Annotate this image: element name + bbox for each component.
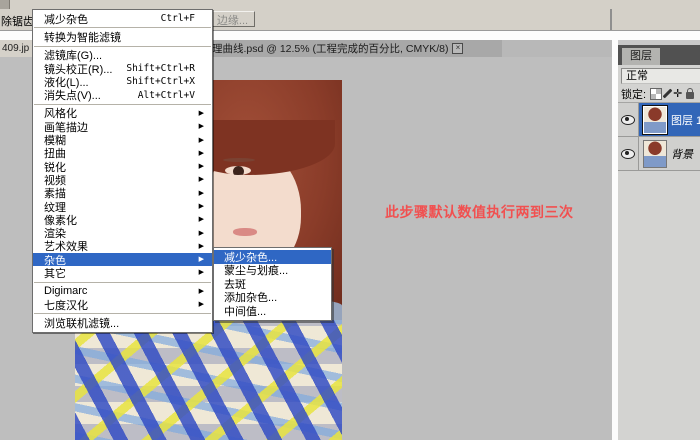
menu-item-label: 消失点(V)...: [44, 87, 101, 103]
menubar-item[interactable]: [64, 0, 82, 9]
menu-item-label: 其它: [44, 265, 66, 281]
menubar-item[interactable]: [82, 0, 100, 9]
menu-item-shortcut: Shift+Ctrl+R: [126, 63, 195, 74]
photo-pupil: [233, 166, 244, 175]
submenu-arrow-icon: ▶: [195, 134, 204, 147]
menu-item-label: 转换为智能滤镜: [44, 29, 121, 45]
lock-transparency-icon[interactable]: [650, 88, 662, 100]
layer-name: 图层 1: [671, 112, 700, 128]
menu-item-label: Digimarc: [44, 285, 87, 297]
layer-row[interactable]: 背景: [618, 137, 700, 171]
lock-label: 锁定:: [621, 86, 646, 102]
menu-item-label: 七度汉化: [44, 297, 88, 313]
options-bar-divider: [610, 9, 612, 30]
menu-item-label: 减少杂色: [44, 11, 88, 27]
submenu-arrow-icon: ▶: [195, 227, 204, 240]
submenu-arrow-icon: ▶: [195, 285, 204, 298]
menu-item-label: 浏览联机滤镜...: [44, 315, 119, 331]
close-icon[interactable]: ×: [452, 43, 463, 54]
submenu-arrow-icon: ▶: [195, 240, 204, 253]
menu-item-shortcut: Shift+Ctrl+X: [126, 76, 195, 87]
layer-thumbnail[interactable]: [643, 140, 667, 168]
menu-bar-items: [0, 0, 100, 9]
photoshop-window: 除锯齿 边缘... 409.jp 理曲线.psd @ 12.5% (工程完成的百…: [0, 0, 700, 440]
menu-bar: [0, 0, 700, 9]
layer-name: 背景: [671, 146, 693, 162]
noise-submenu: 减少杂色... 蒙尘与划痕... 去斑 添加杂色... 中间值...: [213, 247, 332, 321]
lock-move-icon[interactable]: ✛: [673, 89, 682, 99]
lock-all-icon[interactable]: [686, 92, 694, 99]
visibility-toggle[interactable]: [618, 137, 639, 170]
submenu-arrow-icon: ▶: [195, 200, 204, 213]
layer-thumbnail[interactable]: [643, 106, 667, 134]
filter-menu-item[interactable]: 减少杂色 Ctrl+F: [33, 12, 212, 25]
tab-layers[interactable]: 图层: [622, 48, 660, 65]
tab-active-document[interactable]: 理曲线.psd @ 12.5% (工程完成的百分比, CMYK/8) ×: [175, 40, 502, 57]
layers-panel: 图层 正常 锁定: ✛ 图层 1 背景: [618, 40, 700, 440]
photo-lips: [233, 228, 257, 236]
photo-eyebrow: [223, 158, 255, 162]
refine-edge-button[interactable]: 边缘...: [210, 11, 255, 27]
submenu-arrow-icon: ▶: [195, 187, 204, 200]
photo-eye: [225, 166, 251, 175]
layer-row[interactable]: 图层 1: [618, 103, 700, 137]
blend-mode-row: 正常: [618, 65, 700, 85]
submenu-item-label: 中间值...: [224, 303, 266, 319]
submenu-arrow-icon: ▶: [195, 160, 204, 173]
lock-row: 锁定: ✛: [618, 85, 700, 103]
submenu-arrow-icon: ▶: [195, 266, 204, 279]
filter-menu-item[interactable]: 其它 ▶: [33, 266, 212, 279]
layer-list: 图层 1 背景: [618, 103, 700, 171]
menubar-item[interactable]: [28, 0, 46, 9]
menu-item-shortcut: Ctrl+F: [161, 13, 195, 24]
submenu-arrow-icon: ▶: [195, 213, 204, 226]
antialias-label: 除锯齿: [1, 13, 34, 29]
filter-menu-item[interactable]: 浏览联机滤镜...: [33, 316, 212, 329]
menubar-item[interactable]: [46, 0, 64, 9]
eye-icon: [621, 115, 635, 125]
filter-menu: 减少杂色 Ctrl+F 转换为智能滤镜 滤镜库(G)... 镜头校正(R)...…: [32, 9, 213, 333]
submenu-arrow-icon: ▶: [195, 253, 204, 266]
submenu-arrow-icon: ▶: [195, 147, 204, 160]
lock-paint-icon[interactable]: [663, 89, 673, 99]
menubar-item[interactable]: [10, 0, 28, 9]
layers-panel-header: 图层: [618, 45, 700, 65]
blend-mode-select[interactable]: 正常: [621, 68, 700, 84]
visibility-toggle[interactable]: [618, 103, 639, 136]
noise-submenu-item[interactable]: 中间值...: [214, 304, 331, 318]
filter-menu-item[interactable]: 七度汉化 ▶: [33, 298, 212, 311]
submenu-arrow-icon: ▶: [195, 120, 204, 133]
eye-icon: [621, 149, 635, 159]
menu-separator: [34, 282, 211, 283]
photo-sweater-pattern: [75, 320, 342, 440]
submenu-arrow-icon: ▶: [195, 107, 204, 120]
document-title: 理曲线.psd @ 12.5% (工程完成的百分比, CMYK/8): [212, 41, 448, 56]
filter-menu-item[interactable]: 转换为智能滤镜: [33, 30, 212, 43]
menu-item-shortcut: Alt+Ctrl+V: [138, 90, 195, 101]
annotation-text: 此步骤默认数值执行两到三次: [385, 202, 585, 222]
submenu-arrow-icon: ▶: [195, 298, 204, 311]
tab-label: 409.jp: [2, 43, 29, 54]
filter-menu-item[interactable]: 消失点(V)... Alt+Ctrl+V: [33, 88, 212, 101]
submenu-arrow-icon: ▶: [195, 173, 204, 186]
menubar-item[interactable]: [0, 0, 10, 9]
